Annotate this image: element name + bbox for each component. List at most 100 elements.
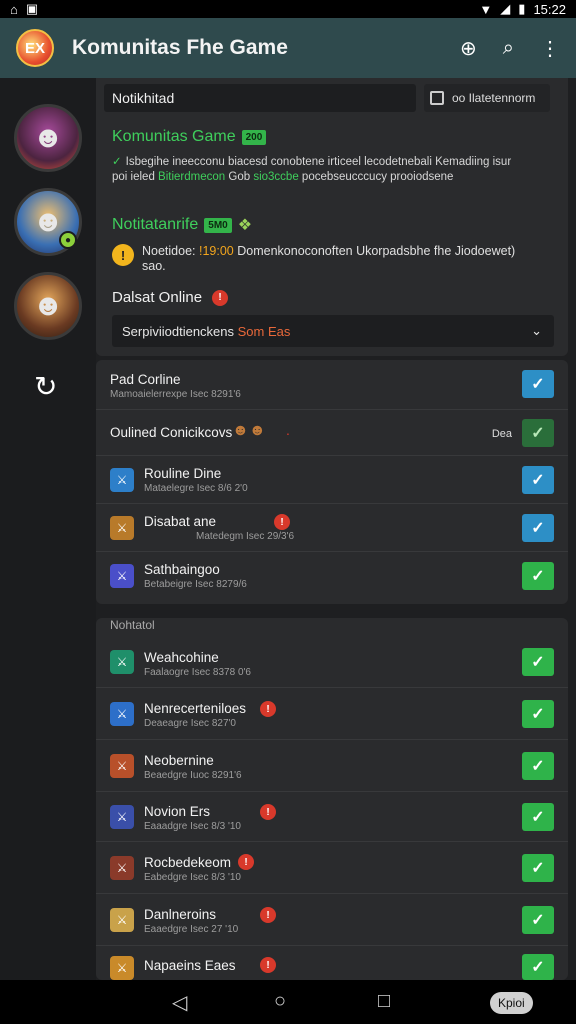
list-item-subtitle: Mataelegre Isec 8/6 2'0 (144, 483, 248, 494)
battery-icon: ▮ (518, 1, 526, 16)
alert-dot-icon: ! (260, 804, 276, 820)
checkbox-icon (430, 91, 444, 105)
checkbox[interactable]: ✓ (522, 466, 554, 494)
refresh-icon[interactable]: ↻ (34, 370, 57, 403)
community-avatar-2[interactable]: ☻ ● (14, 188, 82, 256)
list-item[interactable]: ⚔ Danlneroins ! Eaaedgre Isec 27 '10 ✓ (96, 894, 568, 946)
online-heading-row: Dalsat Online ! (112, 289, 229, 306)
app-notify-icon: ▣ (25, 1, 39, 16)
checkbox[interactable]: ✓ (522, 700, 554, 728)
alert-dot-icon: ! (238, 854, 254, 870)
list-item-subtitle: Mamoaielerrexpe Isec 8291'6 (110, 389, 241, 400)
list-item-subtitle: Betabeigre Isec 8279/6 (144, 579, 247, 590)
select-orange: Som Eas (237, 323, 291, 339)
desc-line-1: Isbegihe ineecconu biacesd conobtene irt… (125, 156, 512, 168)
status-bar: ⌂ ▣ ▼ ◢ ▮ 15:22 (0, 0, 576, 18)
community-description: ✓ Isbegihe ineecconu biacesd conobtene ir… (112, 155, 552, 185)
list-item-title: Novion Ers (144, 804, 211, 819)
checkbox[interactable]: ✓ (522, 906, 554, 934)
desc-green-2: sio3ccbe (253, 171, 299, 183)
app-logo[interactable]: EX (16, 29, 54, 67)
alert-icon: ! (112, 244, 134, 266)
alert-dot-icon: ! (260, 907, 276, 923)
list-item-subtitle: Matedegm Isec 29/3'6 (196, 531, 295, 542)
list-item-title: Oulined Conicikcovs (110, 425, 233, 440)
game-app-icon: ⚔ (110, 805, 134, 829)
list-item[interactable]: ⚔ Sathbaingoo Betabeigre Isec 8279/6 ✓ (96, 552, 568, 602)
notifications-heading-row: Notitatanrife 5M0 ❖ (112, 215, 252, 235)
online-heading: Dalsat Online (112, 289, 203, 306)
checkbox[interactable]: ✓ (522, 648, 554, 676)
game-app-icon: ⚔ (110, 468, 134, 492)
alert-prefix: Noetidoe: (142, 244, 196, 258)
search-icon[interactable]: ⌕ (503, 37, 514, 60)
wifi-icon: ▼ (479, 1, 493, 17)
list-item-title: Disabat ane (144, 514, 217, 529)
game-app-icon: ⚔ (110, 956, 134, 980)
alert-line-2: sao. (142, 259, 166, 273)
check-icon: ✓ (112, 156, 122, 168)
checkbox[interactable]: ✓ (522, 803, 554, 831)
list-item-title: Nenrecerteniloes (144, 701, 247, 716)
community-tag: 200 (241, 129, 267, 145)
desc-rest: pocebseucccucy prooiodsene (301, 171, 454, 183)
list-item-subtitle: Eabedgre Isec 8/3 '10 (144, 872, 241, 883)
checkbox[interactable]: ✓ (522, 370, 554, 398)
list-item[interactable]: ⚔ Rocbedekeom ! Eabedgre Isec 8/3 '10 ✓ (96, 842, 568, 894)
red-dot-icon: . (286, 422, 290, 438)
community-avatar-3[interactable]: ☻ (14, 272, 82, 340)
nav-pill[interactable]: Kpioi (490, 992, 533, 1014)
recents-icon[interactable]: □ (378, 990, 390, 1013)
filter-label: oo Ilatetennorm (452, 91, 536, 105)
checkbox[interactable]: ✓ (522, 954, 554, 980)
app-title: Komunitas Fhe Game (72, 36, 288, 59)
section-label: Nohtatol (110, 618, 155, 632)
list-item[interactable]: ⚔ Neobernine Beaedgre Iuoc 8291'6 ✓ (96, 740, 568, 792)
list-item[interactable]: ⚔ Nenrecerteniloes ! Deaeagre Isec 827'0… (96, 688, 568, 740)
target-search-icon[interactable]: ⊕ (460, 36, 477, 61)
list-item-title: Rocbedekeom (144, 855, 232, 870)
list-item-subtitle: Deaeagre Isec 827'0 (144, 718, 236, 729)
online-badge-icon: ● (59, 231, 77, 249)
desc-mid: Gob (228, 171, 251, 183)
gem-icon: ❖ (237, 217, 253, 234)
alert-dot-icon: ! (274, 514, 290, 530)
filter-button[interactable]: oo Ilatetennorm (424, 84, 550, 112)
checkbox[interactable]: ✓ (522, 514, 554, 542)
game-app-icon: ⚔ (110, 908, 134, 932)
list-item[interactable]: ⚔ Rouline Dine Mataelegre Isec 8/6 2'0 ✓ (96, 456, 568, 504)
hero-face-icon: ☻ (32, 205, 64, 238)
list-item-subtitle: Faalaogre Isec 8378 0'6 (144, 667, 251, 678)
alert-dot-icon: ! (260, 701, 276, 717)
list-item-title: Sathbaingoo (144, 562, 220, 577)
list-item-title: Neobernine (144, 753, 214, 768)
hero-face-icon: ☻ (32, 289, 64, 322)
list-item[interactable]: ⚔ Napaeins Eaes ! ✓ (96, 946, 568, 980)
list-item[interactable]: Pad Corline Mamoaielerrexpe Isec 8291'6 … (96, 360, 568, 410)
alert-dot-icon: ! (260, 957, 276, 973)
list-item[interactable]: Oulined Conicikcovs ☻☻ . Dea ✓ (96, 410, 568, 456)
home-icon[interactable]: ○ (274, 990, 286, 1013)
community-title: Komunitas Game (112, 128, 236, 145)
settings-list-1: Pad Corline Mamoaielerrexpe Isec 8291'6 … (96, 360, 568, 604)
checkbox[interactable]: ✓ (522, 854, 554, 882)
community-avatar-1[interactable]: ☻ (14, 104, 82, 172)
checkbox[interactable]: ✓ (522, 562, 554, 590)
sidebar: ☻ ☻ ● ☻ ↻ (0, 78, 96, 980)
list-item[interactable]: ⚔ Disabat ane ! Matedegm Isec 29/3'6 ✓ (96, 504, 568, 552)
more-vert-icon[interactable]: ⋮ (540, 36, 560, 61)
search-input[interactable]: Notikhitad (104, 84, 416, 112)
back-icon[interactable]: ◁ (172, 990, 187, 1015)
list-item[interactable]: ⚔ Novion Ers ! Eaaadgre Isec 8/3 '10 ✓ (96, 792, 568, 842)
online-select[interactable]: Serpiviiodtienckens Som Eas ⌄ (112, 315, 554, 347)
list-item-title: Napaeins Eaes (144, 958, 236, 973)
list-item-title: Weahcohine (144, 650, 219, 665)
list-item-title: Danlneroins (144, 907, 217, 922)
chevron-down-icon: ⌄ (531, 323, 542, 338)
list-item[interactable]: ⚔ Weahcohine Faalaogre Isec 8378 0'6 ✓ (96, 638, 568, 688)
game-app-icon: ⚔ (110, 516, 134, 540)
notification-alert[interactable]: ! Noetidoe: !19:00 Domenkonoconoften Uko… (112, 244, 552, 274)
checkbox[interactable]: ✓ (522, 752, 554, 780)
list-item-title: Rouline Dine (144, 466, 222, 481)
checkbox[interactable]: ✓ (522, 419, 554, 447)
